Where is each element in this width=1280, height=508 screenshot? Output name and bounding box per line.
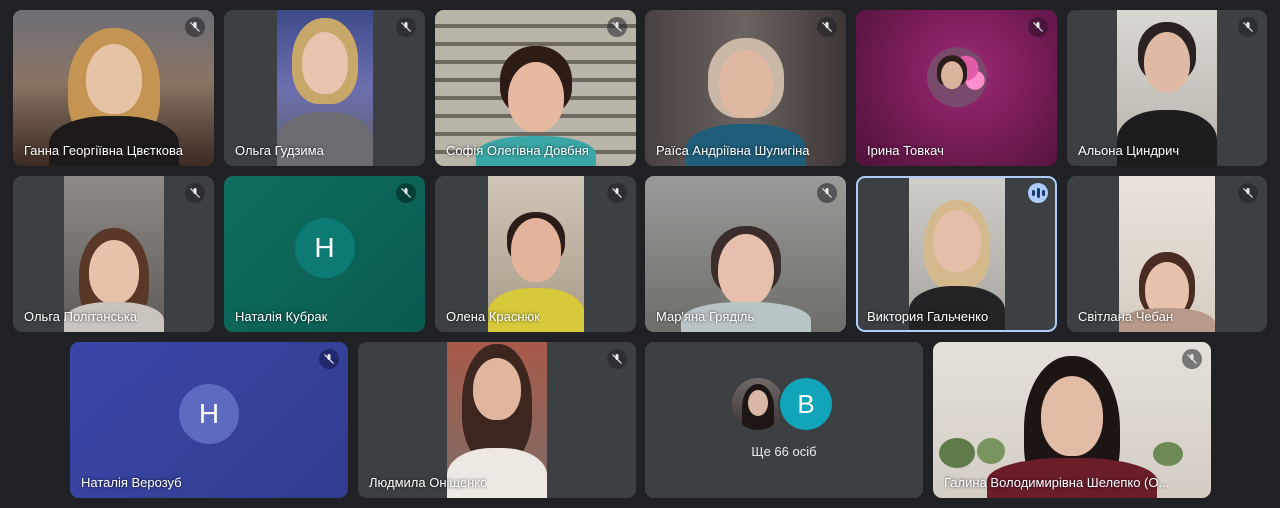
mic-off-icon: [1238, 17, 1258, 37]
more-participants-label: Ще 66 осіб: [751, 444, 817, 459]
participant-name: Софія Олегівна Довбня: [446, 143, 589, 158]
audio-level-icon: [1028, 183, 1048, 203]
mic-off-icon: [607, 349, 627, 369]
more-participants-tile[interactable]: В Ще 66 осіб: [645, 342, 923, 498]
participant-tile[interactable]: Ольга Гудзима: [224, 10, 425, 166]
participant-name: Світлана Чебан: [1078, 309, 1173, 324]
mic-off-icon: [607, 183, 627, 203]
participant-tile[interactable]: Альона Циндрич: [1067, 10, 1267, 166]
participant-name: Виктория Гальченко: [867, 309, 989, 324]
participant-name: Олена Краснюк: [446, 309, 540, 324]
participant-tile[interactable]: Мар'яна Гряділь: [645, 176, 846, 332]
participant-tile[interactable]: Софія Олегівна Довбня: [435, 10, 636, 166]
mic-off-icon: [607, 17, 627, 37]
mic-off-icon: [396, 183, 416, 203]
participant-tile[interactable]: Ольга Політанська: [13, 176, 214, 332]
participant-name: Ірина Товкач: [867, 143, 944, 158]
meeting-grid: Ганна Георгіївна Цвєткова Ольга Гудзима …: [0, 0, 1280, 508]
more-participants-avatars: В: [732, 378, 836, 434]
participant-name: Людмила Оніщенко: [369, 475, 488, 490]
participant-name: Галина Володимирівна Шелепко (О...: [944, 475, 1170, 490]
participant-tile[interactable]: Світлана Чебан: [1067, 176, 1267, 332]
mic-off-icon: [396, 17, 416, 37]
participant-name: Наталія Кубрак: [235, 309, 328, 324]
mic-off-icon: [1028, 17, 1048, 37]
mic-off-icon: [817, 17, 837, 37]
participant-name: Ольга Гудзима: [235, 143, 324, 158]
mic-off-icon: [817, 183, 837, 203]
participant-name: Ольга Політанська: [24, 309, 138, 324]
participant-tile[interactable]: Н Наталія Кубрак: [224, 176, 425, 332]
participant-tile[interactable]: Ірина Товкач: [856, 10, 1057, 166]
participant-tile[interactable]: Ганна Георгіївна Цвєткова: [13, 10, 214, 166]
participant-tile[interactable]: Олена Краснюк: [435, 176, 636, 332]
mic-off-icon: [185, 17, 205, 37]
participant-tile[interactable]: Раїса Андріївна Шулигіна: [645, 10, 846, 166]
participant-tile-speaking[interactable]: Виктория Гальченко: [856, 176, 1057, 332]
mic-off-icon: [185, 183, 205, 203]
participant-tile[interactable]: Н Наталія Верозуб: [70, 342, 348, 498]
mic-off-icon: [319, 349, 339, 369]
participant-name: Раїса Андріївна Шулигіна: [656, 143, 810, 158]
participant-tile[interactable]: Людмила Оніщенко: [358, 342, 636, 498]
avatar: Н: [294, 218, 355, 278]
participant-name: Наталія Верозуб: [81, 475, 182, 490]
avatar: [732, 378, 784, 430]
avatar: В: [780, 378, 832, 430]
mic-off-icon: [1182, 349, 1202, 369]
participant-tile[interactable]: Галина Володимирівна Шелепко (О...: [933, 342, 1211, 498]
participant-video: [908, 178, 1005, 330]
avatar: [926, 47, 987, 108]
participant-name: Альона Циндрич: [1078, 143, 1180, 158]
mic-off-icon: [1238, 183, 1258, 203]
avatar: Н: [179, 384, 239, 444]
participant-name: Ганна Георгіївна Цвєткова: [24, 143, 183, 158]
participant-name: Мар'яна Гряділь: [656, 309, 755, 324]
